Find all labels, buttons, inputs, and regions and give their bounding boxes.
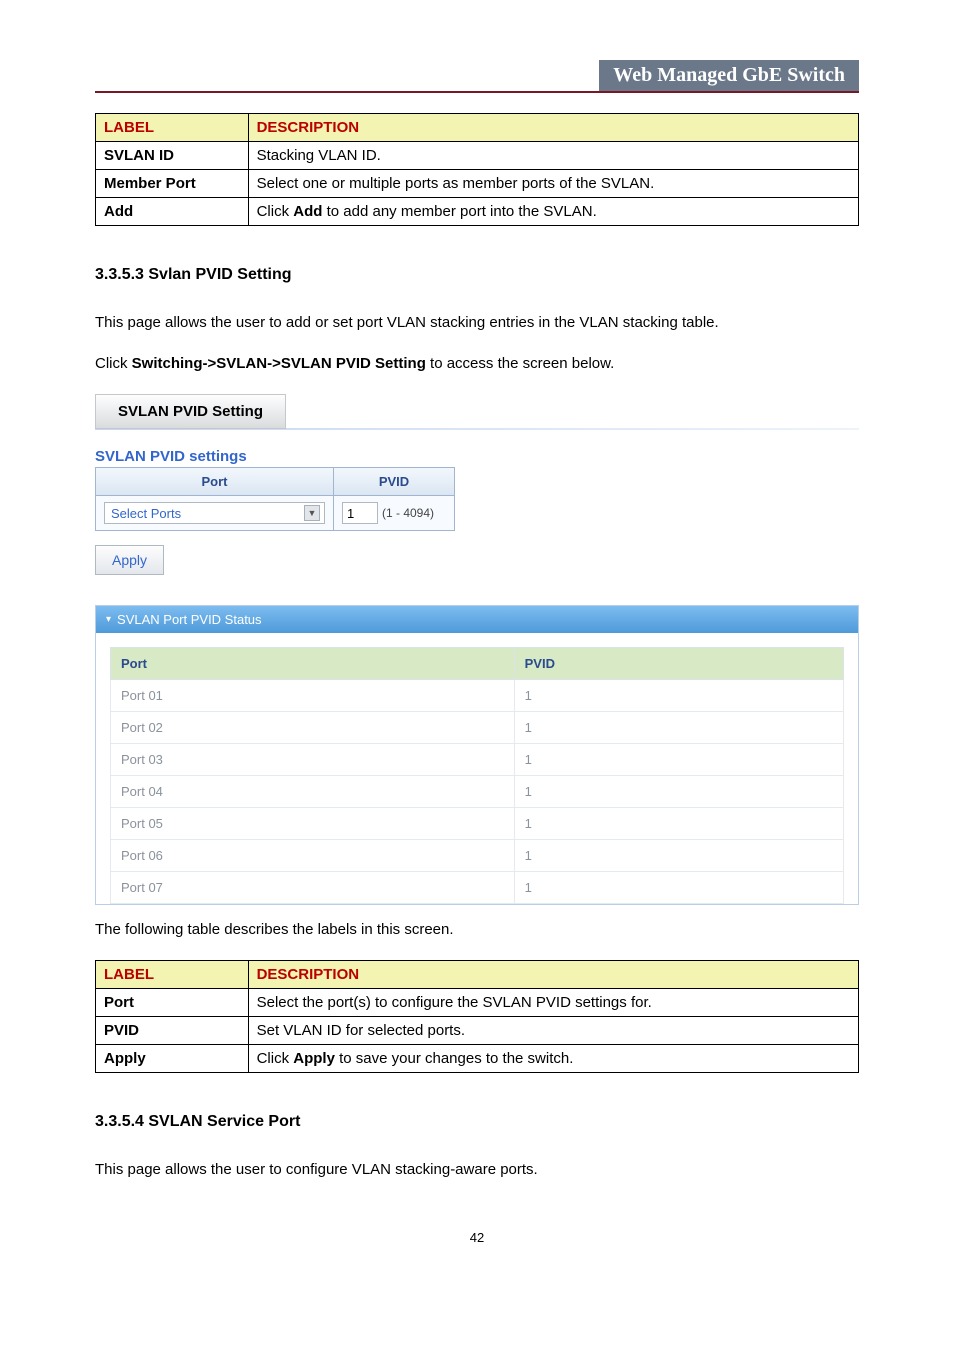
table-row: Port 011 [111,680,844,712]
table1-row1-desc: Select one or multiple ports as member p… [248,170,858,198]
table-row: Port 051 [111,808,844,840]
table-row: Port 031 [111,744,844,776]
page-header: Web Managed GbE Switch [95,60,859,93]
pvid-input[interactable] [342,502,378,524]
table2-row1-desc: Set VLAN ID for selected ports. [248,1017,858,1045]
table1-row0-desc: Stacking VLAN ID. [248,142,858,170]
select-ports-dropdown[interactable]: Select Ports ▼ [104,502,325,524]
paragraph: Click Switching->SVLAN->SVLAN PVID Setti… [95,353,859,374]
table2-row0-label: Port [96,989,249,1017]
settings-form: Port PVID Select Ports ▼ (1 - 4094) [95,467,455,531]
table-row: Port 071 [111,872,844,904]
table-row: SVLAN ID Stacking VLAN ID. [96,142,859,170]
label-description-table-1: LABEL DESCRIPTION SVLAN ID Stacking VLAN… [95,113,859,226]
table2-row2-desc: Click Apply to save your changes to the … [248,1045,858,1073]
settings-title: SVLAN PVID settings [95,448,859,465]
pvid-hint: (1 - 4094) [382,506,434,520]
table-row: Port 041 [111,776,844,808]
select-ports-label: Select Ports [111,506,181,521]
tab-svlan-pvid-setting[interactable]: SVLAN PVID Setting [95,394,286,429]
table-row: Add Click Add to add any member port int… [96,198,859,226]
table-row: Apply Click Apply to save your changes t… [96,1045,859,1073]
paragraph: This page allows the user to add or set … [95,312,859,333]
paragraph: This page allows the user to configure V… [95,1159,859,1180]
status-panel-header[interactable]: ▾ SVLAN Port PVID Status [96,606,858,633]
section-heading-3354: 3.3.5.4 SVLAN Service Port [95,1113,859,1131]
table-row: Member Port Select one or multiple ports… [96,170,859,198]
table1-row2-desc: Click Add to add any member port into th… [248,198,858,226]
status-panel: ▾ SVLAN Port PVID Status Port PVID Port … [95,605,859,905]
table2-row2-label: Apply [96,1045,249,1073]
table-row: Port 061 [111,840,844,872]
table-row: PVID Set VLAN ID for selected ports. [96,1017,859,1045]
section-heading-3353: 3.3.5.3 Svlan PVID Setting [95,266,859,284]
table1-row0-label: SVLAN ID [96,142,249,170]
settings-port-header: Port [96,468,334,495]
table1-row1-label: Member Port [96,170,249,198]
status-port-header: Port [111,648,515,680]
label-description-table-2: LABEL DESCRIPTION Port Select the port(s… [95,960,859,1073]
page-title-badge: Web Managed GbE Switch [599,60,859,91]
paragraph: The following table describes the labels… [95,919,859,940]
table-row: Port Select the port(s) to configure the… [96,989,859,1017]
table1-row2-label: Add [96,198,249,226]
table2-head-label: LABEL [96,961,249,989]
table2-head-desc: DESCRIPTION [248,961,858,989]
status-panel-title: SVLAN Port PVID Status [117,612,262,627]
tab-bar: SVLAN PVID Setting [95,394,859,430]
apply-button[interactable]: Apply [95,545,164,575]
table2-row1-label: PVID [96,1017,249,1045]
triangle-down-icon: ▾ [106,614,111,625]
table1-head-desc: DESCRIPTION [248,114,858,142]
table2-row0-desc: Select the port(s) to configure the SVLA… [248,989,858,1017]
status-table: Port PVID Port 011 Port 021 Port 031 Por… [110,647,844,904]
status-pvid-header: PVID [514,648,843,680]
page-number: 42 [95,1230,859,1245]
table-row: Port 021 [111,712,844,744]
chevron-down-icon: ▼ [304,505,320,521]
table1-head-label: LABEL [96,114,249,142]
settings-pvid-header: PVID [334,468,454,495]
